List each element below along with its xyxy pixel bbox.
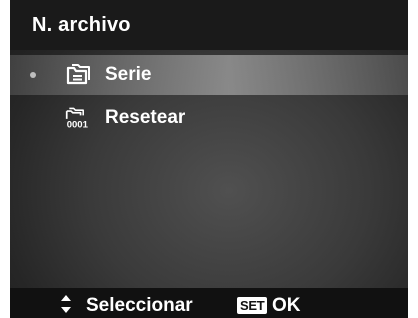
camera-screen: N. archivo Serie 0001 Resetear Seleccion… [10,0,408,318]
folder-series-icon [66,64,90,85]
title-bar: N. archivo [10,0,408,50]
menu-item-label: Serie [105,64,152,85]
menu-item-serie[interactable]: Serie [10,55,408,95]
select-hint: Seleccionar [86,295,193,316]
selection-bullet-icon [30,72,36,78]
menu-item-label: Resetear [105,107,186,128]
set-button-icon: SET [237,297,268,314]
up-down-arrows-icon [61,295,71,313]
menu-item-resetear[interactable]: 0001 Resetear [10,98,408,138]
page-title: N. archivo [32,14,131,36]
folder-number-text: 0001 [67,120,89,131]
ok-hint: OK [272,295,301,316]
folder-reset-icon: 0001 [65,107,89,131]
footer-bar: Seleccionar SET OK [10,288,408,318]
